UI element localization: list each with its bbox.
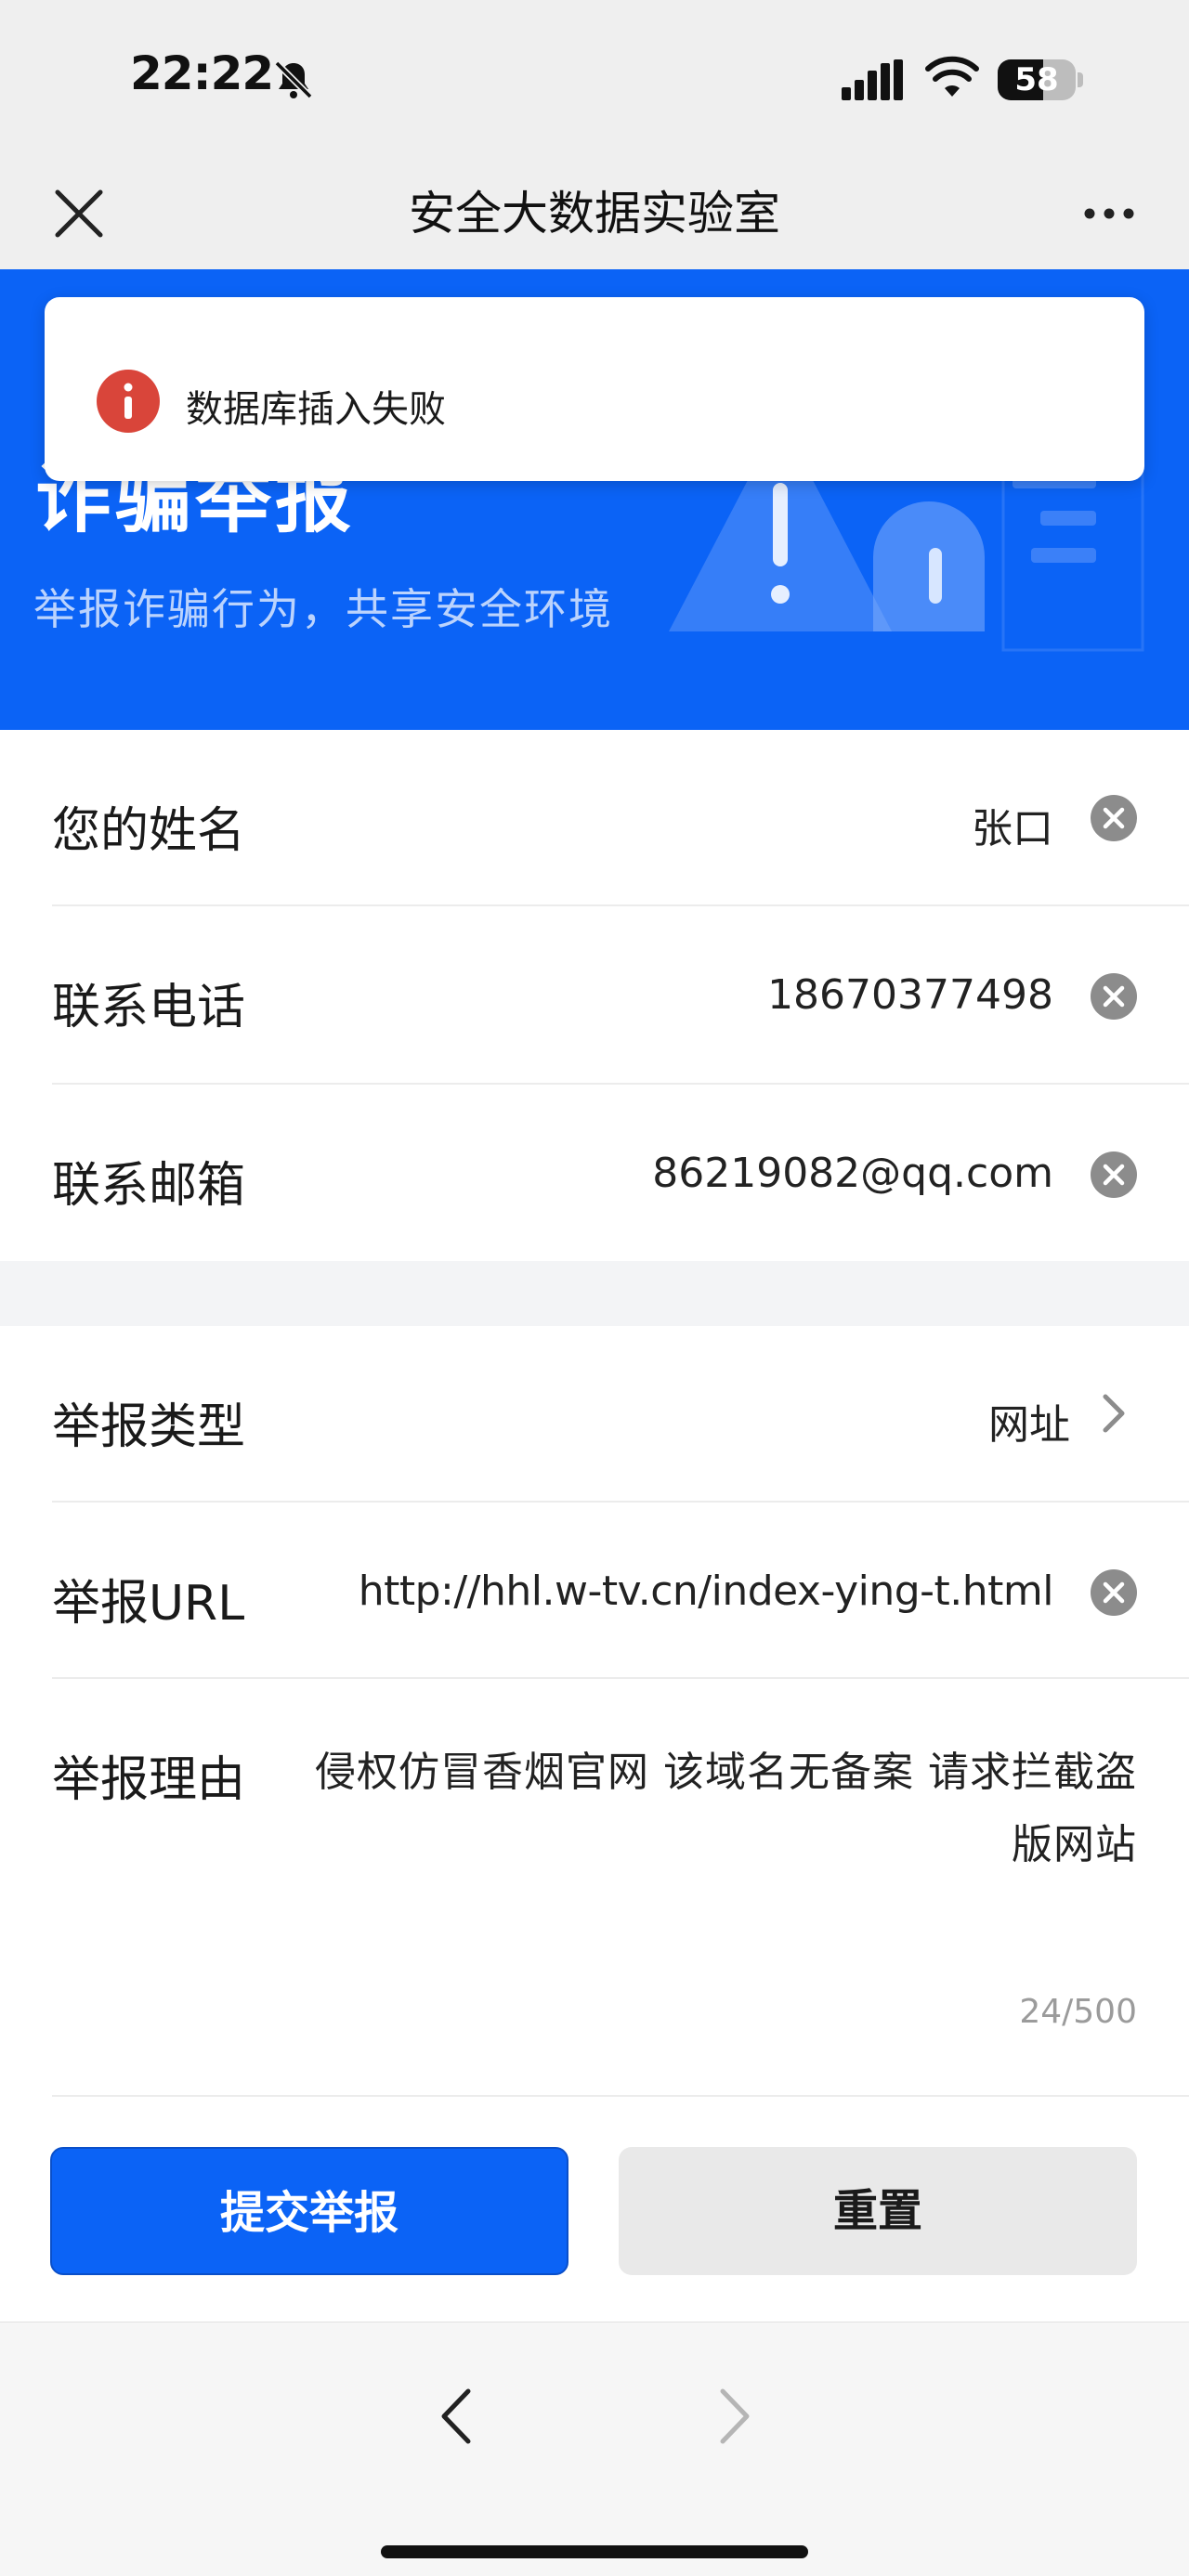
- clear-circle-icon[interactable]: [1091, 795, 1137, 841]
- battery-indicator: 58: [998, 59, 1083, 100]
- more-icon[interactable]: [1081, 193, 1137, 234]
- nav-bar: 安全大数据实验室: [0, 158, 1189, 269]
- email-field[interactable]: 联系邮箱 86219082@qq.com: [0, 1085, 1189, 1261]
- cellular-signal-icon: [842, 59, 903, 100]
- home-indicator: [381, 2545, 808, 2558]
- report-type-select[interactable]: 举报类型 网址: [0, 1326, 1189, 1503]
- info-circle-icon: [97, 370, 160, 433]
- report-reason-label: 举报理由: [52, 1752, 246, 1808]
- email-input[interactable]: 86219082@qq.com: [652, 1150, 1053, 1197]
- battery-level: 58: [1014, 61, 1059, 98]
- email-label: 联系邮箱: [52, 1158, 246, 1214]
- name-input[interactable]: 张口: [972, 795, 1053, 854]
- phone-input[interactable]: 18670377498: [767, 971, 1053, 1019]
- phone-label: 联系电话: [52, 980, 246, 1035]
- back-arrow-icon[interactable]: [433, 2386, 479, 2447]
- forward-arrow-icon[interactable]: [712, 2386, 758, 2447]
- error-toast: 数据库插入失败: [45, 297, 1144, 481]
- clear-circle-icon[interactable]: [1091, 1151, 1137, 1198]
- reset-button[interactable]: 重置: [619, 2147, 1137, 2275]
- phone-field[interactable]: 联系电话 18670377498: [0, 906, 1189, 1085]
- name-field[interactable]: 您的姓名 张口: [0, 730, 1189, 906]
- report-url-field[interactable]: 举报URL http://hhl.w-tv.cn/index-ying-t.ht…: [0, 1503, 1189, 1679]
- clear-circle-icon[interactable]: [1091, 1569, 1137, 1616]
- clear-circle-icon[interactable]: [1091, 973, 1137, 1020]
- report-url-label: 举报URL: [52, 1576, 245, 1632]
- chevron-right-icon[interactable]: [1100, 1391, 1128, 1436]
- banner-subtitle: 举报诈骗行为，共享安全环境: [33, 584, 613, 634]
- toast-message: 数据库插入失败: [186, 388, 446, 431]
- status-bar: 22:22 58: [0, 0, 1189, 158]
- close-icon[interactable]: [48, 183, 110, 244]
- char-counter: 24/500: [1019, 1993, 1137, 2031]
- report-type-value[interactable]: 网址: [988, 1391, 1070, 1451]
- bell-slash-icon: [274, 60, 313, 99]
- page-title: 安全大数据实验室: [409, 187, 780, 241]
- submit-button[interactable]: 提交举报: [50, 2147, 568, 2275]
- status-time: 22:22: [130, 46, 274, 100]
- section-divider: [0, 1261, 1189, 1326]
- report-url-input[interactable]: http://hhl.w-tv.cn/index-ying-t.html: [359, 1568, 1054, 1615]
- name-label: 您的姓名: [52, 803, 246, 859]
- browser-toolbar: [0, 2322, 1189, 2576]
- wifi-icon: [925, 56, 979, 97]
- report-type-label: 举报类型: [52, 1399, 246, 1455]
- report-reason-textarea[interactable]: 侵权仿冒香烟官网 该域名无备案 请求拦截盗版网站: [297, 1737, 1137, 1881]
